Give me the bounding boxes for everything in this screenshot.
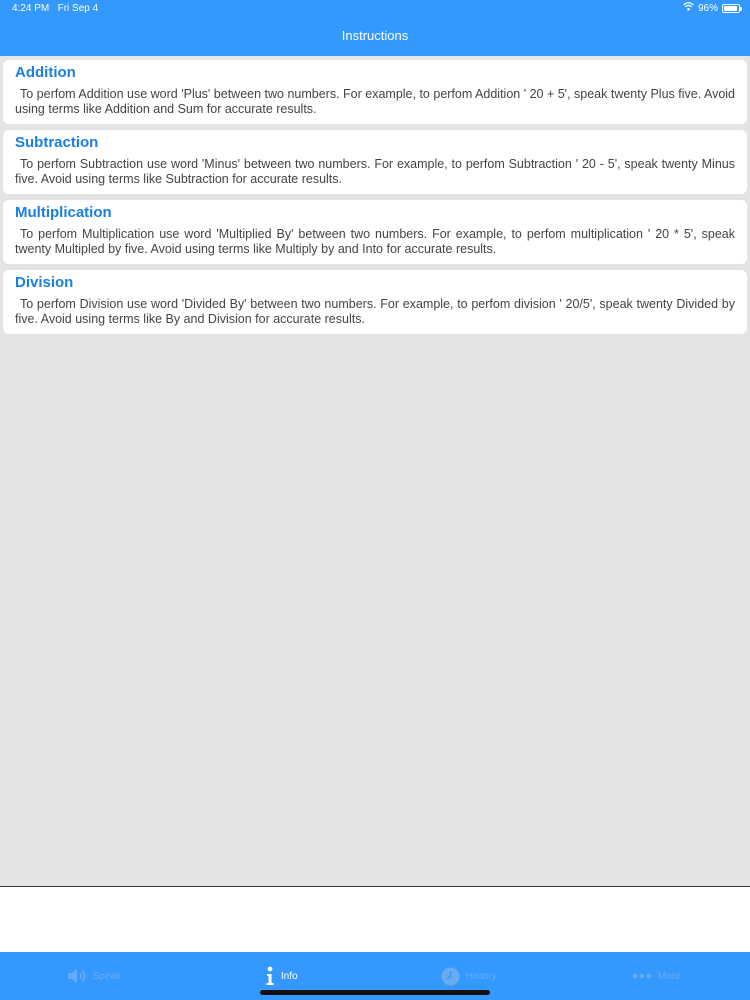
tab-more[interactable]: More: [563, 952, 750, 1000]
instruction-card-addition: Addition To perfom Addition use word 'Pl…: [3, 60, 747, 124]
wifi-icon: [683, 2, 694, 14]
instruction-card-multiplication: Multiplication To perfom Multiplication …: [3, 200, 747, 264]
card-body: To perfom Addition use word 'Plus' betwe…: [15, 87, 735, 116]
instruction-card-subtraction: Subtraction To perfom Subtraction use wo…: [3, 130, 747, 194]
card-body: To perfom Multiplication use word 'Multi…: [15, 227, 735, 256]
banner-area: [0, 887, 750, 952]
status-time: 4:24 PM Fri Sep 4: [12, 3, 98, 14]
instructions-list: Addition To perfom Addition use word 'Pl…: [0, 60, 750, 340]
history-icon: [441, 967, 460, 986]
speaker-icon: [67, 968, 87, 984]
tab-speak[interactable]: Speak: [0, 952, 188, 1000]
status-indicators: 96%: [683, 2, 742, 14]
card-title: Addition: [15, 64, 76, 81]
battery-fill: [724, 5, 738, 11]
home-indicator: [260, 990, 490, 995]
page-title: Instructions: [341, 28, 409, 43]
tab-label: Info: [280, 970, 298, 982]
status-time-value: 4:24 PM: [12, 3, 50, 14]
card-title: Multiplication: [15, 204, 112, 221]
card-title: Subtraction: [15, 134, 99, 151]
battery-percent: 96%: [697, 2, 718, 14]
tab-label: More: [657, 970, 681, 982]
info-icon: [265, 966, 275, 986]
card-body: To perfom Division use word 'Divided By'…: [15, 297, 735, 326]
tab-label: History: [465, 970, 497, 982]
more-icon: [632, 973, 652, 979]
battery-icon: [722, 3, 742, 13]
navigation-bar: 4:24 PM Fri Sep 4 96% Instructions: [0, 0, 750, 56]
card-body: To perfom Subtraction use word 'Minus' b…: [15, 157, 735, 186]
tab-label: Speak: [92, 970, 121, 982]
card-title: Division: [15, 274, 74, 291]
status-date: Fri Sep 4: [57, 3, 99, 14]
instruction-card-division: Division To perfom Division use word 'Di…: [3, 270, 747, 334]
